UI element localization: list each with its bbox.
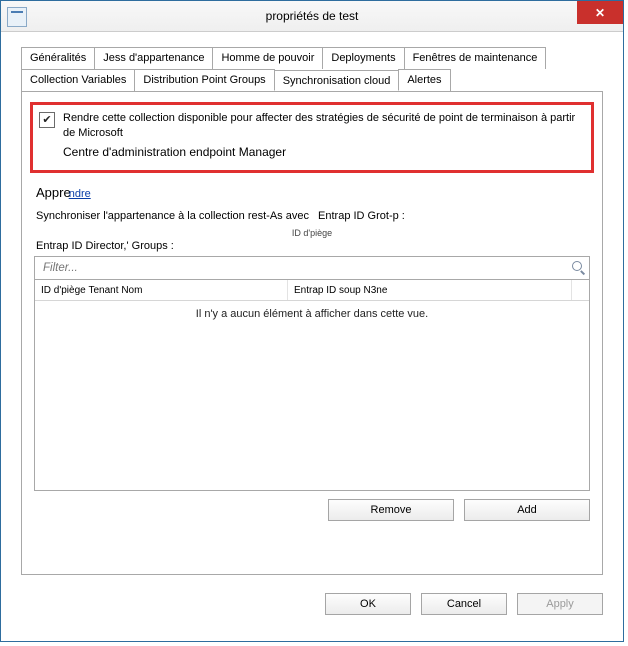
tab-collection-variables[interactable]: Collection Variables: [21, 69, 135, 91]
sync-membership-line: Synchroniser l'appartenance à la collect…: [36, 210, 590, 222]
remove-button[interactable]: Remove: [328, 499, 454, 521]
make-available-label: Rendre cette collection disponible pour …: [63, 111, 583, 160]
learn-link-row: Apprendre: [36, 185, 590, 200]
add-button[interactable]: Add: [464, 499, 590, 521]
window-icon: [7, 7, 27, 27]
tab-appartenance[interactable]: Jess d'appartenance: [94, 47, 213, 69]
tab-distribution-point-groups[interactable]: Distribution Point Groups: [134, 69, 274, 91]
close-button[interactable]: ✕: [577, 1, 623, 24]
dialog-window: propriétés de test ✕ Généralités Jess d'…: [0, 0, 624, 642]
apply-button[interactable]: Apply: [517, 593, 603, 615]
highlighted-option: ✔ Rendre cette collection disponible pou…: [30, 102, 594, 173]
ok-button[interactable]: OK: [325, 593, 411, 615]
column-group-name[interactable]: Entrap ID soup N3ne: [288, 280, 572, 300]
empty-list-message: Il n'y a aucun élément à afficher dans c…: [35, 308, 589, 320]
sync-group-value: Entrap ID Grot-p :: [318, 210, 405, 222]
cancel-button[interactable]: Cancel: [421, 593, 507, 615]
groups-list-header: ID d'piège Tenant Nom Entrap ID soup N3n…: [35, 280, 589, 301]
checkmark-icon: ✔: [42, 115, 51, 126]
tab-strip: Généralités Jess d'appartenance Homme de…: [21, 47, 603, 91]
tab-panel-cloud-sync: ✔ Rendre cette collection disponible pou…: [21, 91, 603, 575]
tab-homme-de-pouvoir[interactable]: Homme de pouvoir: [212, 47, 323, 69]
learn-more-link[interactable]: ndre: [69, 188, 91, 200]
make-available-checkbox[interactable]: ✔: [39, 112, 55, 128]
titlebar: propriétés de test ✕: [1, 1, 623, 32]
list-button-row: Remove Add: [34, 499, 590, 521]
groups-list: ID d'piège Tenant Nom Entrap ID soup N3n…: [34, 280, 590, 491]
groups-list-label: Entrap ID Director,' Groups :: [36, 240, 590, 252]
filter-input[interactable]: [41, 261, 571, 275]
dialog-button-row: OK Cancel Apply: [325, 593, 603, 615]
dialog-client: Généralités Jess d'appartenance Homme de…: [21, 47, 603, 621]
column-tenant[interactable]: ID d'piège Tenant Nom: [35, 280, 288, 300]
small-label: ID d'piège: [34, 228, 590, 238]
tab-deployments[interactable]: Deployments: [322, 47, 404, 69]
tab-alertes[interactable]: Alertes: [398, 69, 450, 91]
close-icon: ✕: [595, 6, 605, 20]
tab-synchronisation-cloud[interactable]: Synchronisation cloud: [274, 70, 400, 91]
tab-fenetres-maintenance[interactable]: Fenêtres de maintenance: [404, 47, 547, 69]
filter-box: [34, 256, 590, 280]
tab-generalites[interactable]: Généralités: [21, 47, 95, 69]
window-title: propriétés de test: [266, 9, 359, 23]
search-icon[interactable]: [571, 260, 587, 276]
